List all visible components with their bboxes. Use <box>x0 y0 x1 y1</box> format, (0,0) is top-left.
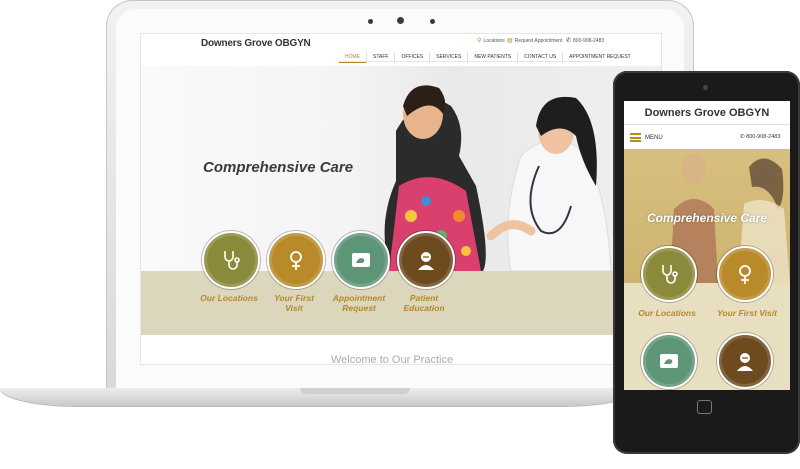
doctor-icon <box>737 353 753 371</box>
phone-icon: ✆ <box>566 38 572 44</box>
mobile-appointment-request-button[interactable] <box>641 333 697 389</box>
mobile-our-locations-label[interactable]: Our Locations <box>629 308 705 318</box>
female-symbol-icon <box>290 251 302 270</box>
camera-icon <box>397 17 404 24</box>
mobile-header-divider <box>624 124 790 125</box>
patient-education-button[interactable] <box>397 231 455 289</box>
sensor-dot <box>430 19 435 24</box>
phone-icon: ✆ <box>740 134 745 140</box>
mobile-your-first-visit-label[interactable]: Your First Visit <box>708 308 786 318</box>
laptop-screen: Downers Grove OBGYN ⚲ Locations ▤ Reques… <box>140 33 662 365</box>
site-logo[interactable]: Downers Grove OBGYN <box>201 38 311 49</box>
stethoscope-icon <box>224 251 240 270</box>
mobile-your-first-visit-button[interactable] <box>717 246 773 302</box>
sensor-dot <box>368 19 373 24</box>
menu-label[interactable]: MENU <box>645 135 663 141</box>
your-first-visit-label[interactable]: Your First Visit <box>267 293 321 313</box>
appointment-request-label[interactable]: Appointment Request <box>327 293 391 313</box>
mobile-site-logo[interactable]: Downers Grove OBGYN <box>624 107 790 119</box>
ultrasound-icon <box>660 354 678 368</box>
laptop-notch <box>300 388 410 394</box>
ultrasound-icon <box>352 253 370 267</box>
request-appointment-link[interactable]: ▤ Request Appointment <box>507 37 562 45</box>
our-locations-button[interactable] <box>202 231 260 289</box>
hero-heading: Comprehensive Care <box>203 159 354 176</box>
doctor-icon <box>418 252 434 270</box>
phone-number[interactable]: ✆ 800-908-2483 <box>566 37 604 45</box>
calendar-icon: ▤ <box>507 38 513 44</box>
map-pin-icon: ⚲ <box>477 38 482 44</box>
mobile-hero-heading: Comprehensive Care <box>646 211 768 225</box>
mobile-patient-education-button[interactable] <box>717 333 773 389</box>
phone-camera-icon <box>703 85 708 90</box>
female-symbol-icon <box>739 265 751 284</box>
phone-screen: Downers Grove OBGYN MENU ✆ 800-908-2483 … <box>624 101 790 390</box>
stethoscope-icon <box>662 265 678 284</box>
phone-home-button[interactable] <box>697 400 712 414</box>
nav-divider <box>339 61 601 62</box>
hamburger-menu-icon[interactable] <box>630 133 641 142</box>
mobile-our-locations-button[interactable] <box>641 246 697 302</box>
locations-link[interactable]: ⚲ Locations <box>477 37 505 45</box>
mobile-phone-number[interactable]: ✆ 800-908-2483 <box>740 134 780 140</box>
appointment-request-button[interactable] <box>332 231 390 289</box>
patient-education-label[interactable]: Patient Education <box>397 293 451 313</box>
your-first-visit-button[interactable] <box>267 231 325 289</box>
welcome-heading: Welcome to Our Practice <box>331 354 454 365</box>
our-locations-label[interactable]: Our Locations <box>197 293 261 303</box>
